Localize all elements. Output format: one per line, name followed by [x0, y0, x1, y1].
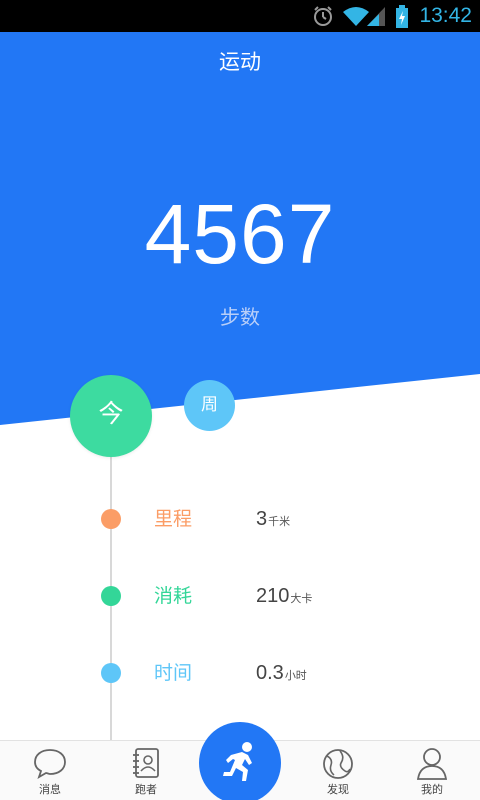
- distance-dot-icon: [101, 509, 121, 529]
- steps-count: 4567: [144, 187, 336, 281]
- nav-label: 跑者: [135, 783, 157, 796]
- nav-label: 发现: [327, 783, 349, 796]
- start-run-button[interactable]: [199, 722, 281, 800]
- stat-row-time: 时间 0.3小时: [0, 658, 480, 688]
- stat-label: 里程: [154, 508, 193, 530]
- nav-item-runners[interactable]: 跑者: [98, 741, 194, 800]
- stat-number: 0.3: [256, 662, 284, 684]
- nav-label: 消息: [39, 783, 61, 796]
- stat-number: 210: [256, 585, 290, 607]
- stat-row-distance: 里程 3千米: [0, 504, 480, 534]
- stat-unit: 大卡: [290, 592, 313, 605]
- contacts-book-icon: [133, 748, 159, 778]
- stat-number: 3: [256, 508, 268, 530]
- nav-label: 我的: [421, 783, 443, 796]
- stat-row-calories: 消耗 210大卡: [0, 581, 480, 611]
- status-bar: 13:42: [0, 0, 480, 32]
- time-dot-icon: [101, 663, 121, 683]
- status-time: 13:42: [419, 4, 472, 27]
- stat-label: 时间: [154, 662, 193, 684]
- stat-value: 210大卡: [256, 581, 312, 614]
- globe-icon: [323, 749, 353, 779]
- steps-label: 步数: [220, 305, 260, 329]
- signal-icon: [367, 7, 385, 26]
- alarm-icon: [314, 6, 332, 26]
- nav-item-find[interactable]: 发现: [290, 741, 386, 800]
- nav-item-me[interactable]: 我的: [384, 741, 480, 800]
- stat-unit: 小时: [284, 669, 307, 682]
- running-man-icon: [223, 742, 252, 781]
- today-button[interactable]: 今: [70, 375, 152, 457]
- week-button[interactable]: 周: [184, 380, 235, 431]
- page-title: 运动: [219, 50, 261, 74]
- calories-dot-icon: [101, 586, 121, 606]
- stat-label: 消耗: [154, 585, 193, 607]
- stat-value: 0.3小时: [256, 658, 307, 691]
- chat-bubble-icon: [34, 749, 66, 779]
- stat-unit: 千米: [268, 515, 291, 528]
- nav-item-messages[interactable]: 消息: [2, 741, 98, 800]
- stat-value: 3千米: [256, 504, 290, 537]
- battery-charging-icon: [396, 5, 408, 28]
- person-icon: [416, 748, 448, 780]
